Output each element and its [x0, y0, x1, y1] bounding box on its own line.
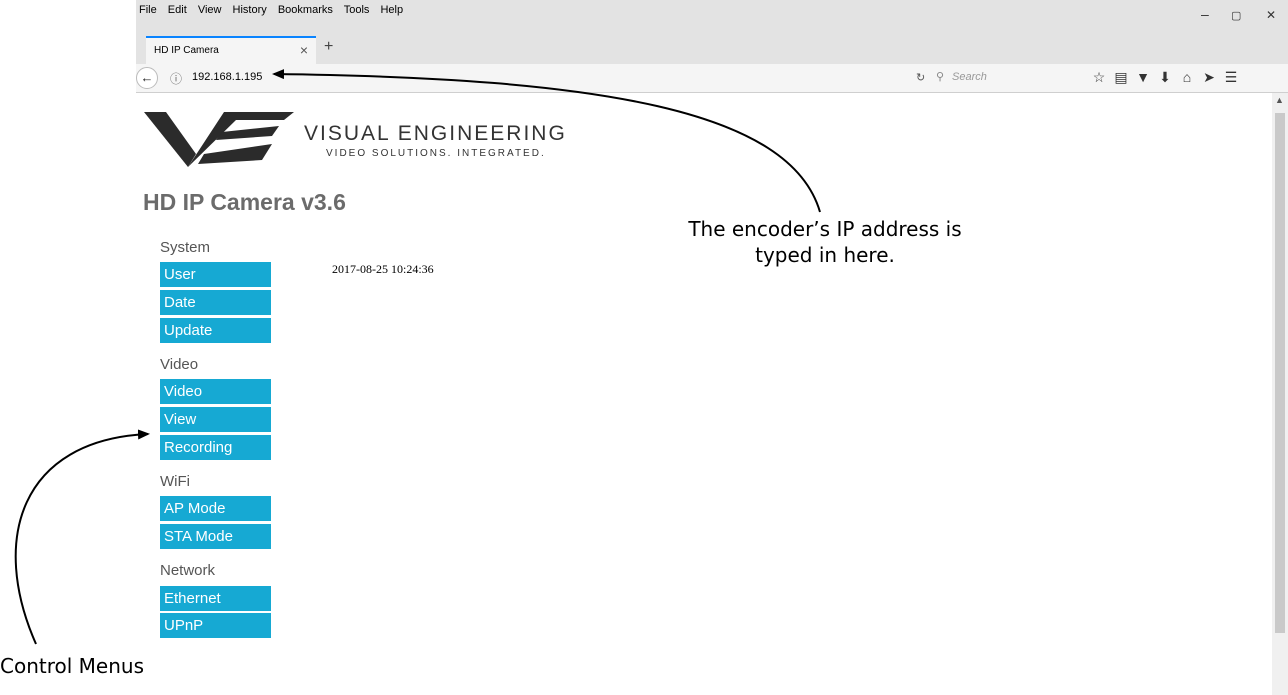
menu-callout-arrow: [14, 429, 150, 645]
callout-arrows: [14, 69, 821, 645]
ip-callout-arrow: [272, 69, 821, 213]
